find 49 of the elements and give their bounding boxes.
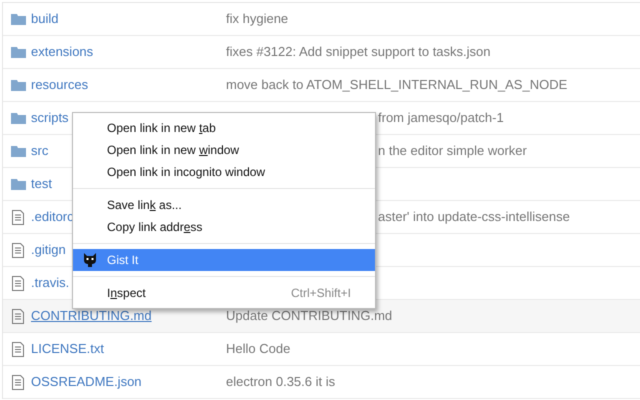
commit-message: n the editor simple worker — [378, 143, 527, 158]
file-link[interactable]: OSSREADME.json — [31, 372, 142, 392]
menu-label: Open link in new tab — [107, 121, 216, 135]
file-icon — [12, 374, 24, 390]
menu-label: Inspect — [107, 286, 146, 300]
menu-item[interactable]: Inspect Ctrl+Shift+I — [73, 282, 375, 304]
cat-icon — [82, 252, 98, 268]
menu-item[interactable]: Gist It — [73, 249, 375, 271]
commit-message: Hello Code — [226, 341, 290, 356]
file-icon — [12, 242, 24, 258]
file-link[interactable]: scripts — [31, 108, 69, 128]
folder-icon — [10, 79, 26, 91]
file-icon — [12, 210, 24, 224]
menu-label: Gist It — [107, 253, 138, 267]
folder-icon — [10, 46, 26, 58]
file-link[interactable]: LICENSE.txt — [31, 339, 104, 359]
menu-item[interactable]: Open link in new tab — [73, 117, 375, 139]
commit-message: fixes #3122: Add snippet support to tasks.json — [226, 44, 491, 60]
file-link[interactable]: extensions — [31, 42, 94, 62]
file-link[interactable]: CONTRIBUTING.md — [31, 306, 152, 326]
menu-label: Copy link address — [107, 220, 202, 234]
commit-message: aster' into update-css-intellisense — [378, 209, 570, 224]
file-icon — [12, 308, 24, 324]
file-link[interactable]: src — [31, 141, 48, 161]
menu-label: Open link in incognito window — [107, 165, 266, 179]
file-link[interactable]: resources — [31, 75, 88, 95]
commit-message: fix hygiene — [226, 11, 288, 26]
menu-item[interactable]: Open link in new window — [73, 139, 375, 161]
file-link[interactable]: test — [31, 174, 52, 194]
file-link[interactable]: .editorc — [31, 207, 74, 227]
menu-label: Save link as... — [107, 198, 182, 212]
commit-message: move back to ATOM_SHELL_INTERNAL_RUN_AS_NODE — [226, 77, 568, 92]
menu-item[interactable]: Save link as... — [73, 194, 375, 216]
menu-item[interactable]: Open link in incognito window — [73, 161, 375, 183]
file-link[interactable]: .gitign — [31, 240, 66, 260]
file-link[interactable]: build — [31, 9, 58, 29]
folder-icon — [10, 13, 26, 25]
menu-item[interactable]: Copy link address — [73, 216, 375, 238]
file-link[interactable]: .travis. — [31, 273, 70, 293]
shortcut-text: Ctrl+Shift+I — [290, 285, 351, 302]
folder-icon — [10, 178, 26, 190]
commit-message: electron 0.35.6 it is — [226, 374, 336, 390]
file-icon — [12, 276, 24, 290]
file-icon — [12, 342, 24, 356]
menu-label: Open link in new window — [107, 143, 240, 157]
folder-icon — [10, 112, 26, 124]
folder-icon — [10, 145, 26, 157]
commit-message: from jamesqo/patch-1 — [378, 110, 504, 126]
commit-message: Update CONTRIBUTING.md — [226, 308, 392, 324]
